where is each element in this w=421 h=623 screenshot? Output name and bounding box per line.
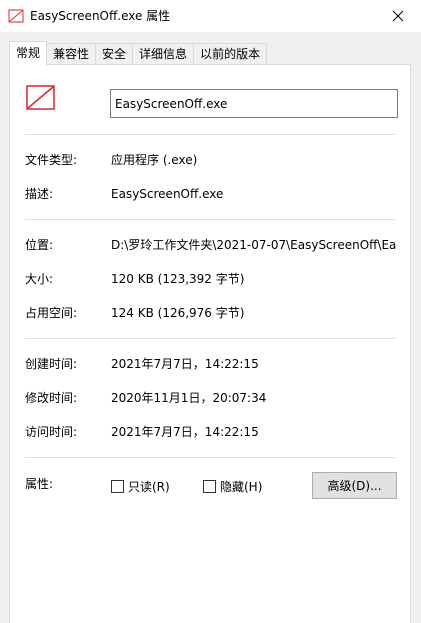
separator [25,134,395,135]
accessed-label: 访问时间: [25,425,78,439]
created-label: 创建时间: [25,357,78,371]
file-type-label: 文件类型: [25,153,78,167]
broken-app-icon [8,9,24,23]
description-value: EasyScreenOff.exe [111,187,224,201]
tab-compatibility[interactable]: 兼容性 [46,43,97,65]
separator [25,338,395,339]
file-type-value: 应用程序 (.exe) [111,153,198,167]
readonly-label: 只读(R) [128,480,170,494]
tab-details[interactable]: 详细信息 [132,43,195,65]
tab-general[interactable]: 常规 [9,41,48,65]
general-panel: 文件类型: 应用程序 (.exe) 描述: EasyScreenOff.exe … [9,64,411,623]
title-bar: EasyScreenOff.exe 属性 [0,0,421,32]
created-value: 2021年7月7日，14:22:15 [111,357,259,371]
tab-bar: 常规 兼容性 安全 详细信息 以前的版本 [9,41,268,65]
size-value: 120 KB (123,392 字节) [111,272,245,286]
size-label: 大小: [25,272,54,286]
hidden-checkbox[interactable]: 隐藏(H) [203,478,262,495]
broken-app-icon [26,85,55,110]
tab-security[interactable]: 安全 [95,43,134,65]
tab-previous-versions[interactable]: 以前的版本 [193,43,268,65]
separator [25,457,395,458]
accessed-value: 2021年7月7日，14:22:15 [111,425,259,439]
close-button[interactable] [375,0,421,32]
attributes-label: 属性: [25,477,54,491]
properties-window: EasyScreenOff.exe 属性 常规 兼容性 安全 详细信息 以前的版… [0,0,421,623]
checkbox-box[interactable] [111,480,124,493]
size-on-disk-label: 占用空间: [25,306,78,320]
hidden-label: 隐藏(H) [220,480,263,494]
description-label: 描述: [25,187,54,201]
modified-value: 2020年11月1日，20:07:34 [111,391,267,405]
separator [25,219,395,220]
advanced-button[interactable]: 高级(D)... [312,472,397,499]
window-title: EasyScreenOff.exe 属性 [30,9,171,23]
size-on-disk-value: 124 KB (126,976 字节) [111,306,245,320]
close-icon [392,10,404,22]
readonly-checkbox[interactable]: 只读(R) [111,478,170,495]
modified-label: 修改时间: [25,391,78,405]
location-value: D:\罗玲工作文件夹\2021-07-07\EasyScreenOff\Eas [111,238,397,252]
location-label: 位置: [25,238,54,252]
checkbox-box[interactable] [203,480,216,493]
file-name-input[interactable] [110,89,398,118]
